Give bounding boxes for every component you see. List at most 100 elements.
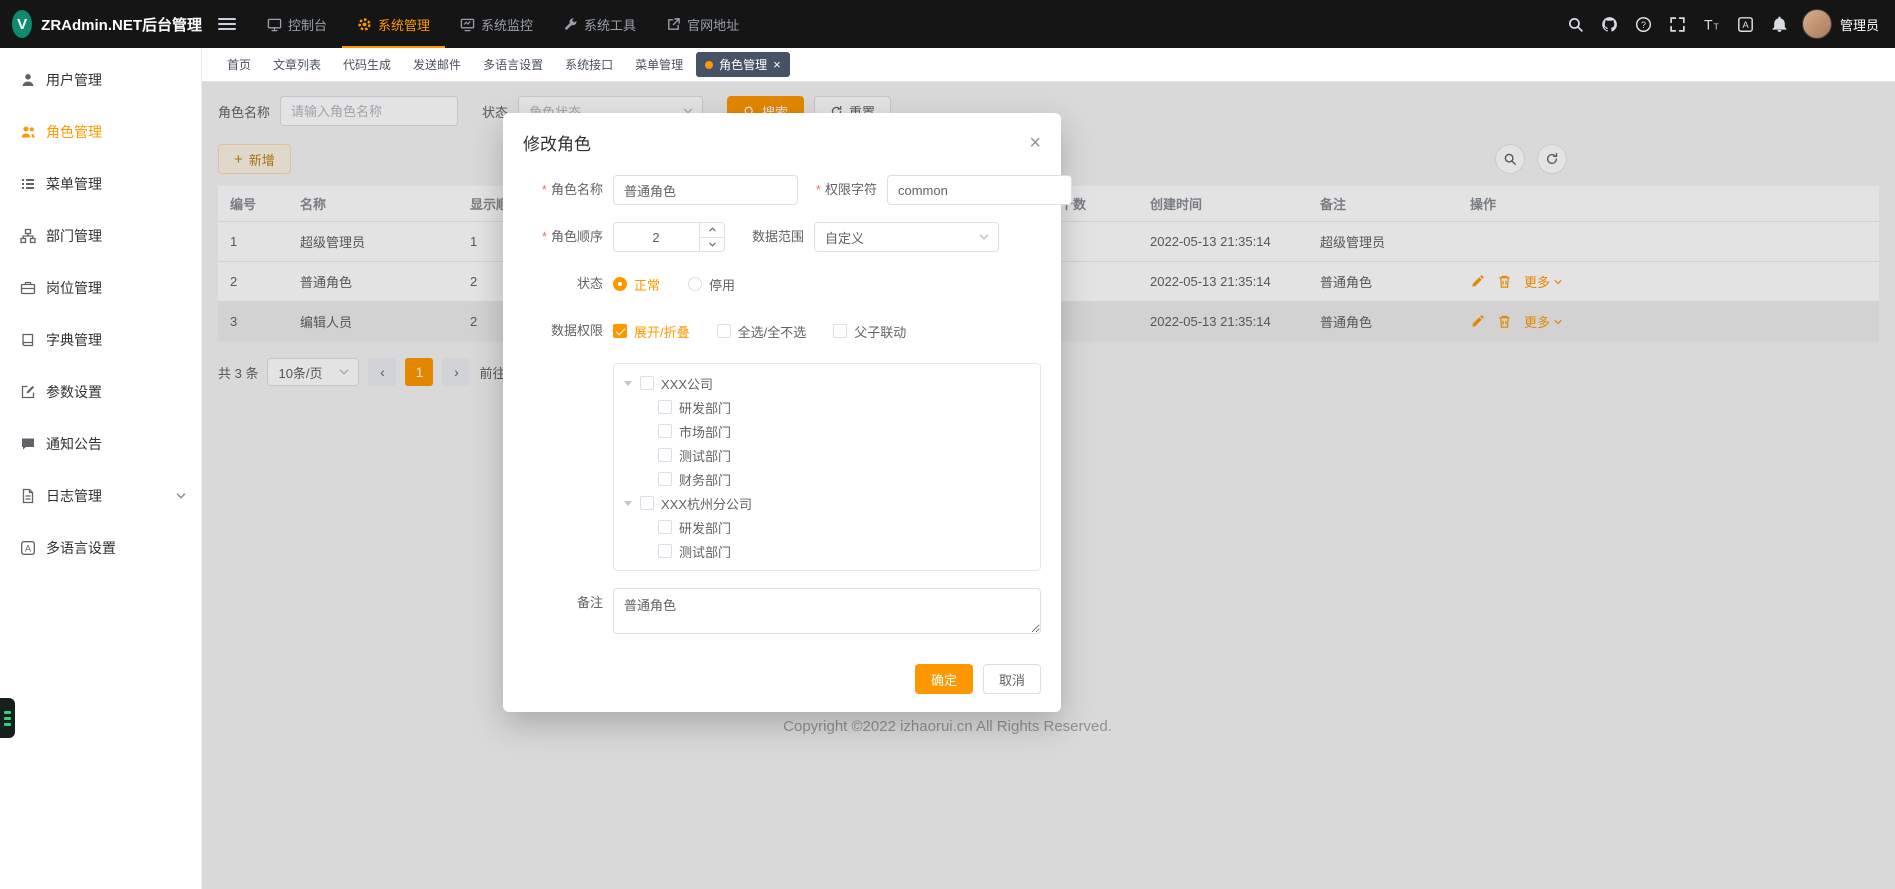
logo-area[interactable]: V ZRAdmin.NET后台管理 — [0, 10, 202, 38]
sidebar-item-label: 字典管理 — [46, 330, 102, 350]
list-icon — [20, 176, 36, 192]
nav-item-1[interactable]: 系统管理 — [342, 0, 445, 48]
tab-5[interactable]: 系统接口 — [556, 53, 622, 76]
sidebar: 用户管理角色管理菜单管理部门管理岗位管理字典管理参数设置通知公告日志管理 A多语言… — [0, 48, 202, 889]
active-tab-dot — [705, 61, 713, 69]
edit-role-dialog: 修改角色 × 角色名称 权限字符 角色顺序 — [503, 113, 1061, 712]
help-icon[interactable]: ? — [1635, 16, 1652, 33]
tree-node-checkbox[interactable] — [658, 424, 672, 438]
sidebar-item-label: 日志管理 — [46, 486, 102, 506]
search-icon[interactable] — [1567, 16, 1584, 33]
tree-node[interactable]: 研发部门 — [614, 515, 1040, 539]
sidebar-item-3[interactable]: 部门管理 — [0, 210, 201, 262]
dialog-role-name-input[interactable] — [613, 175, 798, 205]
github-icon[interactable] — [1601, 16, 1618, 33]
fullscreen-icon[interactable] — [1669, 16, 1686, 33]
sidebar-item-label: 菜单管理 — [46, 174, 102, 194]
perm-checkbox-1[interactable]: 全选/全不选 — [717, 322, 807, 341]
increase-icon[interactable] — [700, 223, 724, 237]
sidebar-item-4[interactable]: 岗位管理 — [0, 262, 201, 314]
tree-node-checkbox[interactable] — [658, 544, 672, 558]
sidebar-item-6[interactable]: 参数设置 — [0, 366, 201, 418]
radio-label: 停用 — [709, 275, 735, 294]
sidebar-item-9[interactable]: A多语言设置 — [0, 522, 201, 574]
svg-text:T: T — [1704, 16, 1713, 32]
status-radio-1[interactable]: 停用 — [688, 275, 735, 294]
dialog-role-key-input[interactable] — [887, 175, 1072, 205]
console-icon — [267, 17, 282, 32]
external-link-icon — [666, 17, 681, 32]
stepper-controls — [699, 223, 724, 251]
caret-down-icon[interactable] — [624, 501, 632, 506]
nav-item-2[interactable]: 系统监控 — [445, 0, 548, 48]
dialog-footer: 确定 取消 — [915, 664, 1041, 694]
user-menu[interactable]: 管理员 — [1802, 9, 1895, 39]
tree-node[interactable]: 财务部门 — [614, 467, 1040, 491]
close-icon[interactable]: × — [1029, 133, 1041, 153]
tree-node[interactable]: 测试部门 — [614, 539, 1040, 563]
decrease-icon[interactable] — [700, 237, 724, 252]
sidebar-item-label: 用户管理 — [46, 70, 102, 90]
document-icon — [20, 488, 36, 504]
tree-node-checkbox[interactable] — [640, 496, 654, 510]
dialog-header: 修改角色 × — [503, 113, 1061, 159]
radio-dot — [688, 277, 702, 291]
role-key-field-label: 权限字符 — [809, 175, 887, 205]
sidebar-item-1[interactable]: 角色管理 — [0, 106, 201, 158]
sidebar-item-7[interactable]: 通知公告 — [0, 418, 201, 470]
data-scope-select[interactable]: 自定义 — [814, 222, 999, 252]
role-sort-input[interactable] — [614, 223, 698, 251]
nav-item-0[interactable]: 控制台 — [252, 0, 342, 48]
tree-node[interactable]: 测试部门 — [614, 443, 1040, 467]
confirm-button[interactable]: 确定 — [915, 664, 973, 694]
tree-node-checkbox[interactable] — [658, 400, 672, 414]
tree-node[interactable]: 市场部门 — [614, 419, 1040, 443]
tab-6[interactable]: 菜单管理 — [626, 53, 692, 76]
tab-2[interactable]: 代码生成 — [334, 53, 400, 76]
perm-checkbox-0[interactable]: 展开/折叠 — [613, 322, 690, 341]
avatar[interactable] — [1802, 9, 1832, 39]
dialog-body: 角色名称 权限字符 角色顺序 — [503, 159, 1061, 634]
dialog-title: 修改角色 — [523, 130, 591, 155]
cancel-button[interactable]: 取消 — [983, 664, 1041, 694]
tab-active[interactable]: 角色管理 × — [696, 52, 790, 77]
tab-3[interactable]: 发送邮件 — [404, 53, 470, 76]
close-icon[interactable]: × — [773, 58, 781, 71]
sidebar-item-8[interactable]: 日志管理 — [0, 470, 201, 522]
tree-node[interactable]: XXX杭州分公司 — [614, 491, 1040, 515]
remark-textarea[interactable]: 普通角色 — [613, 588, 1041, 634]
nav-item-3[interactable]: 系统工具 — [548, 0, 651, 48]
edit-icon — [20, 384, 36, 400]
locale-icon[interactable]: A — [1737, 16, 1754, 33]
nav-item-label: 官网地址 — [687, 15, 739, 34]
role-sort-stepper[interactable] — [613, 222, 725, 252]
tab-0[interactable]: 首页 — [218, 53, 260, 76]
nav-item-label: 系统管理 — [378, 15, 430, 34]
font-size-icon[interactable]: TT — [1703, 16, 1720, 33]
app-header: V ZRAdmin.NET后台管理 控制台 系统管理 系统监控系统工具 官网地址 ? T… — [0, 0, 1895, 48]
perm-checkbox-2[interactable]: 父子联动 — [833, 322, 906, 341]
sidebar-item-0[interactable]: 用户管理 — [0, 54, 201, 106]
tree-node-checkbox[interactable] — [640, 376, 654, 390]
app-root: V ZRAdmin.NET后台管理 控制台 系统管理 系统监控系统工具 官网地址 ? T… — [0, 0, 1895, 889]
tab-4[interactable]: 多语言设置 — [474, 53, 552, 76]
remark-field-label: 备注 — [523, 588, 613, 618]
active-tab-label: 角色管理 — [719, 56, 767, 73]
status-radio-0[interactable]: 正常 — [613, 275, 660, 294]
bell-icon[interactable] — [1771, 16, 1788, 33]
sidebar-item-2[interactable]: 菜单管理 — [0, 158, 201, 210]
devtools-badge[interactable] — [0, 698, 15, 738]
caret-down-icon[interactable] — [624, 381, 632, 386]
tab-1[interactable]: 文章列表 — [264, 53, 330, 76]
nav-item-4[interactable]: 官网地址 — [651, 0, 754, 48]
sidebar-item-label: 部门管理 — [46, 226, 102, 246]
hamburger-icon[interactable] — [218, 18, 236, 30]
tree-node-checkbox[interactable] — [658, 520, 672, 534]
sidebar-item-5[interactable]: 字典管理 — [0, 314, 201, 366]
tree-node[interactable]: XXX公司 — [614, 371, 1040, 395]
nav-item-label: 系统监控 — [481, 15, 533, 34]
tree-node[interactable]: 研发部门 — [614, 395, 1040, 419]
chat-icon — [20, 436, 36, 452]
tree-node-checkbox[interactable] — [658, 448, 672, 462]
tree-node-checkbox[interactable] — [658, 472, 672, 486]
